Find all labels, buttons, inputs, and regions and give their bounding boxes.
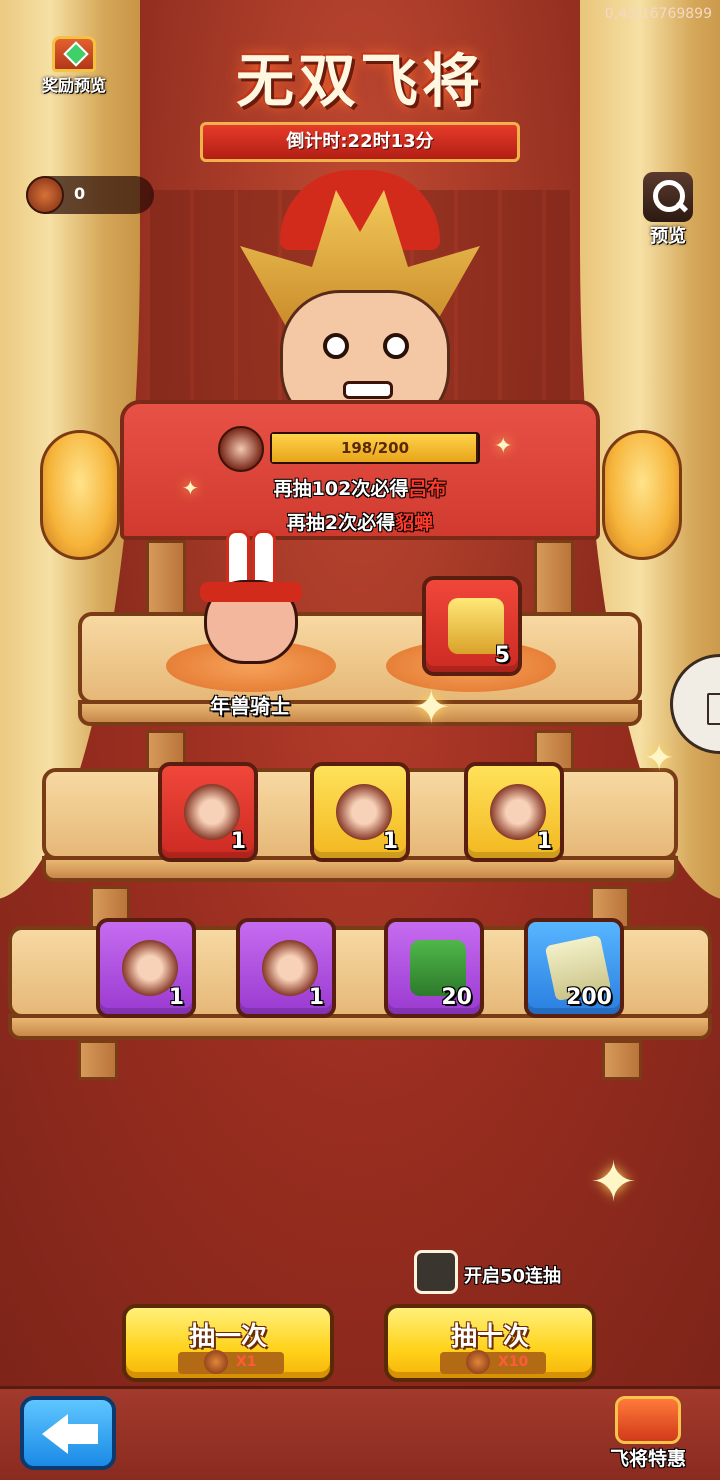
item-quantity: 1 — [382, 829, 398, 854]
fifty-draw-label: 开启50连抽 — [464, 1266, 562, 1287]
table-leg — [78, 1040, 118, 1080]
currency-count: 0 — [74, 184, 86, 203]
draw-ten-cost: X10 — [440, 1350, 546, 1374]
featured-hero-lubu — [220, 170, 500, 430]
special-deal-button[interactable]: 飞将特惠 — [598, 1396, 698, 1476]
countdown-banner: 倒计时:22时13分 — [200, 122, 520, 162]
gift-pack-icon — [615, 1396, 681, 1444]
back-arrow-icon — [42, 1414, 98, 1454]
reward-tile[interactable]: 1 — [96, 918, 196, 1018]
reward-tile[interactable]: 200 — [524, 918, 624, 1018]
event-title: 无双飞将 — [235, 47, 484, 115]
sparkle-icon: ✦ — [494, 434, 513, 459]
item-quantity: 1 — [308, 985, 324, 1010]
draw-ten-label: 抽十次 — [450, 1322, 529, 1352]
draw-once-label: 抽一次 — [188, 1322, 267, 1352]
preview-button[interactable]: 预览 — [640, 172, 696, 247]
draw-once-button[interactable]: 抽一次 X1 — [122, 1304, 334, 1382]
item-quantity: 5 — [494, 643, 510, 668]
draw-ten-button[interactable]: 抽十次 X10 — [384, 1304, 596, 1382]
pity-notice-diaochan: 再抽2次必得貂蝉 — [0, 508, 720, 535]
diaochan-avatar — [218, 426, 264, 472]
item-quantity: 1 — [536, 829, 552, 854]
item-quantity: 20 — [441, 985, 472, 1010]
shelf-edge — [78, 700, 642, 726]
dragon-token-icon — [204, 1350, 228, 1374]
item-quantity: 200 — [566, 985, 612, 1010]
cost-text: X1 — [236, 1354, 257, 1370]
preview-label: 预览 — [650, 226, 686, 247]
new-year-beast-knight[interactable] — [196, 530, 306, 670]
reward-preview-label: 奖励预览 — [41, 76, 106, 95]
table-leg — [146, 540, 186, 620]
pity-notice-lubu: 再抽102次必得吕布 — [0, 474, 720, 501]
dragon-token-icon — [466, 1350, 490, 1374]
sparkle-icon: ✦ — [644, 738, 675, 779]
item-quantity: 1 — [168, 985, 184, 1010]
special-deal-label: 飞将特惠 — [609, 1448, 686, 1470]
currency-bar: 0 — [26, 176, 154, 214]
debug-text: 0,43|16769899 — [604, 6, 712, 22]
reward-tile[interactable]: 1 — [158, 762, 258, 862]
sparkle-icon: ✦ — [412, 680, 451, 734]
knight-label: 年兽骑士 — [210, 694, 290, 718]
treasure-chest-icon — [52, 36, 96, 72]
pity-progress-bar: 198/200 — [270, 432, 480, 464]
sparkle-icon: ✦ — [590, 1150, 637, 1215]
cost-text: X10 — [498, 1354, 529, 1370]
table-leg — [534, 540, 574, 620]
reward-preview-button[interactable]: 奖励预览 — [34, 36, 114, 98]
back-button[interactable] — [20, 1396, 116, 1470]
hero-eye-right — [383, 333, 409, 359]
draw-once-cost: X1 — [178, 1350, 284, 1374]
sparkle-icon: ✦ — [182, 476, 199, 500]
reward-tile[interactable]: 1 — [236, 918, 336, 1018]
dragon-token-icon — [26, 176, 64, 214]
reward-tile[interactable]: 1 — [310, 762, 410, 862]
shelf-top — [78, 612, 642, 704]
table-leg — [602, 1040, 642, 1080]
reward-tile[interactable]: 20 — [384, 918, 484, 1018]
notice-hero-name: 貂蝉 — [395, 512, 434, 534]
reward-tile[interactable]: 1 — [464, 762, 564, 862]
hero-eye-left — [323, 333, 349, 359]
knight-headband — [200, 582, 302, 602]
item-quantity: 1 — [230, 829, 246, 854]
notice-prefix: 再抽102次必得 — [273, 478, 409, 500]
hero-mouth — [343, 381, 393, 399]
gold-seal-tile[interactable]: 5 — [422, 576, 522, 676]
fifty-draw-checkbox[interactable] — [414, 1250, 458, 1294]
magnifier-icon — [643, 172, 693, 222]
notice-hero-name: 吕布 — [408, 478, 447, 500]
progress-text: 198/200 — [340, 439, 410, 457]
